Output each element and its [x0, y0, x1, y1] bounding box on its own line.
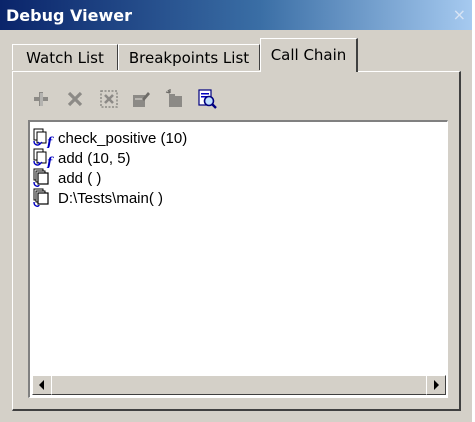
- function-call-icon: f: [32, 148, 58, 169]
- add-icon: [34, 92, 48, 106]
- call-chain-label: D:\Tests\main( ): [58, 189, 164, 207]
- add-button[interactable]: [30, 88, 52, 110]
- tab-breakpoints-list[interactable]: Breakpoints List: [118, 44, 260, 70]
- delete-icon: [67, 91, 83, 107]
- quick-watch-button[interactable]: [196, 88, 218, 110]
- modify-icon: [133, 92, 150, 107]
- new-folder-icon: [165, 89, 182, 107]
- tab-call-chain[interactable]: Call Chain: [260, 38, 358, 72]
- scroll-left-button[interactable]: [32, 375, 52, 395]
- modify-button[interactable]: [130, 88, 152, 110]
- arrow-left-icon: [39, 380, 44, 390]
- delete-all-button[interactable]: [98, 88, 120, 110]
- arrow-right-icon: [434, 380, 439, 390]
- close-icon[interactable]: ×: [453, 5, 466, 24]
- scroll-right-button[interactable]: [426, 375, 446, 395]
- list-item[interactable]: add ( ): [32, 168, 101, 188]
- function-call-icon: f: [32, 128, 58, 149]
- list-item[interactable]: D:\Tests\main( ): [32, 188, 163, 208]
- new-button[interactable]: [164, 88, 186, 110]
- call-chain-label: add (10, 5): [58, 149, 131, 167]
- call-chain-label: add ( ): [58, 169, 102, 187]
- tab-strip: Watch List Breakpoints List Call Chain: [12, 38, 462, 72]
- svg-text:f: f: [46, 135, 54, 148]
- title-bar[interactable]: Debug Viewer ×: [0, 0, 472, 30]
- call-chain-label: check_positive (10): [58, 129, 188, 147]
- svg-text:f: f: [46, 155, 54, 168]
- delete-button[interactable]: [64, 88, 86, 110]
- list-item[interactable]: f check_positive (10): [32, 128, 188, 149]
- test-call-icon: [32, 168, 58, 188]
- horizontal-scrollbar[interactable]: [32, 375, 446, 395]
- list-item[interactable]: f add (10, 5): [32, 148, 131, 169]
- scrollbar-thumb[interactable]: [51, 375, 427, 395]
- debug-viewer-window: Debug Viewer × Watch List Breakpoints Li…: [0, 0, 472, 422]
- tab-watch-list[interactable]: Watch List: [12, 44, 118, 70]
- window-title: Debug Viewer: [6, 6, 132, 25]
- quick-watch-icon: [198, 89, 217, 109]
- delete-all-icon: [100, 90, 118, 108]
- call-chain-list[interactable]: f check_positive (10) f add (10, 5) add …: [28, 120, 448, 398]
- test-call-icon: [32, 188, 58, 208]
